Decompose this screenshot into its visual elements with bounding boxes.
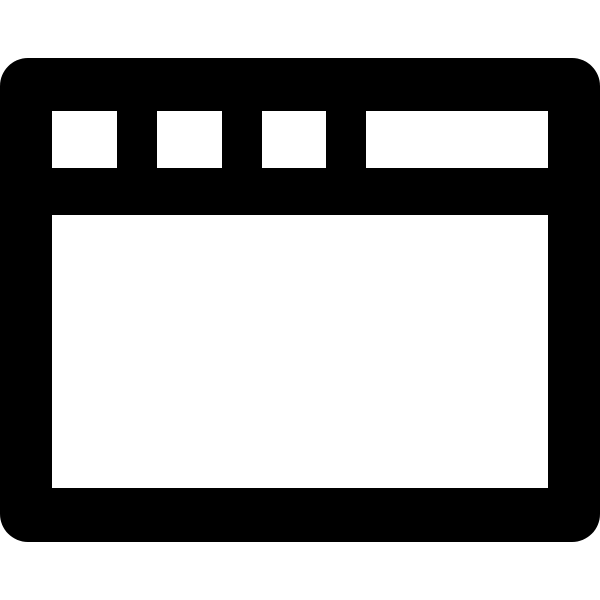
titlebar-button-2: [157, 111, 222, 168]
browser-window-icon: [0, 58, 600, 542]
content-area: [52, 215, 548, 488]
titlebar-button-1: [52, 111, 117, 168]
address-bar: [366, 111, 548, 168]
titlebar-button-3: [262, 111, 326, 168]
icon-canvas: [0, 0, 600, 600]
